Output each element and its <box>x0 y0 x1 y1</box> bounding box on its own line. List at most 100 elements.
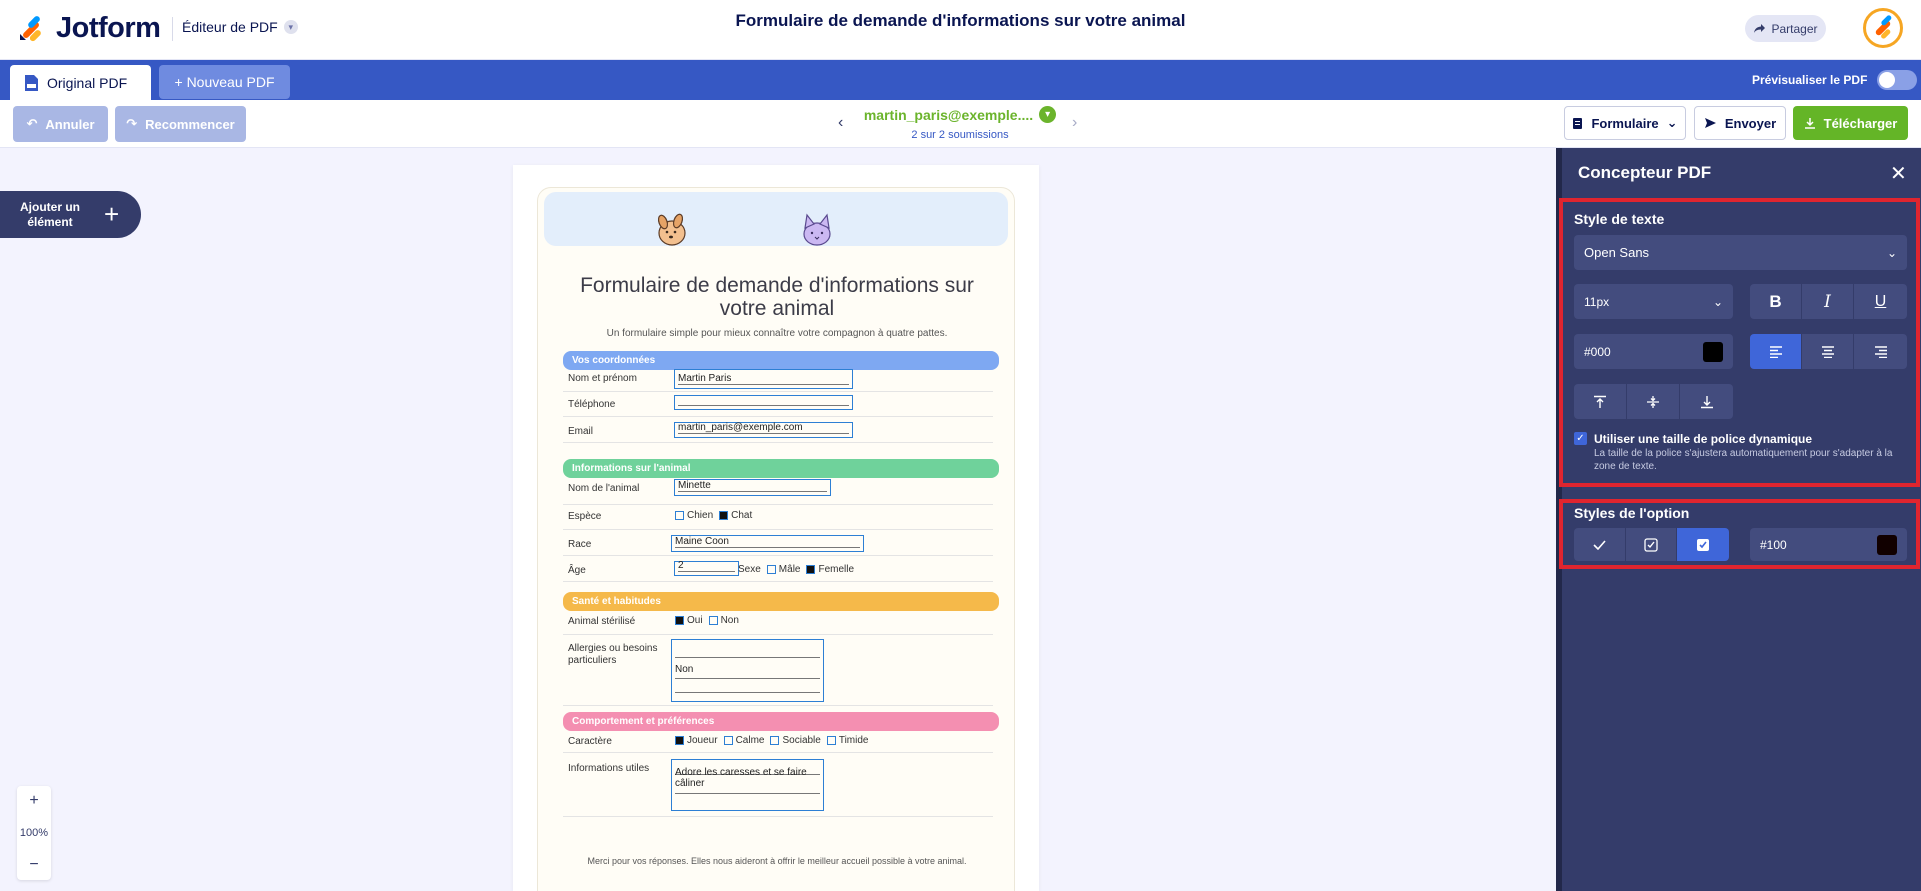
field-breed[interactable]: Maine Coon <box>671 535 864 552</box>
field-underline <box>675 657 820 658</box>
close-icon[interactable]: ✕ <box>1890 161 1907 186</box>
undo-label: Annuler <box>45 116 95 132</box>
plus-icon: + <box>104 199 120 229</box>
tab-original-pdf[interactable]: Original PDF <box>10 65 151 100</box>
previous-submission-chevron-left-icon[interactable]: ‹ <box>838 114 843 132</box>
checkbox-sociable[interactable] <box>770 736 780 745</box>
option-styles-title: Styles de l'option <box>1574 505 1690 521</box>
checkbox-male[interactable] <box>766 565 776 574</box>
add-element-label: Ajouter un élément <box>20 199 80 229</box>
document-icon <box>1573 117 1583 129</box>
align-middle-icon[interactable] <box>1627 384 1680 419</box>
section-health: Santé et habitudes <box>563 592 999 611</box>
send-icon <box>1704 118 1716 128</box>
bold-icon[interactable]: B <box>1750 284 1802 319</box>
field-phone[interactable] <box>674 395 853 410</box>
field-name[interactable]: Martin Paris <box>674 369 853 389</box>
align-top-icon[interactable] <box>1574 384 1627 419</box>
font-size-select[interactable]: 11px ⌄ <box>1574 284 1733 319</box>
submission-navigator[interactable]: martin_paris@exemple.... ▾ 2 sur 2 soumi… <box>860 106 1060 141</box>
field-underline <box>678 405 849 406</box>
undo-button[interactable]: ↶ Annuler <box>13 106 108 142</box>
cat-icon <box>803 213 831 246</box>
field-useful-info[interactable]: Adore les caresses et se faire câliner <box>671 759 824 811</box>
dog-icon <box>657 213 686 246</box>
align-right-icon[interactable] <box>1854 334 1907 369</box>
checkbox-no[interactable] <box>708 616 718 625</box>
label-email: Email <box>568 426 594 437</box>
field-underline <box>678 433 849 434</box>
redo-icon: ↷ <box>126 116 138 131</box>
align-left-icon[interactable] <box>1750 334 1802 369</box>
form-dropdown-button[interactable]: Formulaire ⌄ <box>1564 106 1686 140</box>
preview-pdf-toggle[interactable]: Prévisualiser le PDF <box>1752 70 1918 90</box>
next-submission-chevron-right-icon[interactable]: › <box>1072 114 1077 132</box>
field-underline <box>678 571 735 572</box>
row-divider <box>563 634 993 635</box>
zoom-out-button[interactable]: − <box>29 856 38 874</box>
row-divider <box>563 416 993 417</box>
field-allergies[interactable]: Non <box>671 639 824 702</box>
field-age-value: 2 <box>678 560 684 571</box>
text-color-swatch[interactable] <box>1703 341 1723 362</box>
align-center-icon[interactable] <box>1802 334 1854 369</box>
tab-new-pdf[interactable]: + Nouveau PDF <box>159 65 290 99</box>
share-button[interactable]: Partager <box>1745 15 1826 42</box>
field-underline <box>678 491 827 492</box>
species-options: Chien Chat <box>675 510 756 521</box>
preview-switch[interactable] <box>1877 70 1918 90</box>
checkbox-yes[interactable] <box>675 616 684 625</box>
row-divider <box>563 752 993 753</box>
checkbox-dog[interactable] <box>675 511 684 520</box>
redo-button[interactable]: ↷ Recommencer <box>115 106 246 142</box>
submission-dropdown-icon[interactable]: ▾ <box>1039 106 1057 123</box>
row-divider <box>563 581 993 582</box>
option-sociable: Sociable <box>782 735 821 746</box>
character-options: Joueur Calme Sociable Timide <box>675 735 872 746</box>
text-format-group: B I U <box>1750 284 1907 319</box>
option-yes: Oui <box>687 615 703 626</box>
checkbox-playful[interactable] <box>675 736 684 745</box>
option-female: Femelle <box>818 564 855 575</box>
field-age[interactable]: 2 <box>674 560 739 576</box>
label-useful-info: Informations utiles <box>568 763 650 774</box>
share-arrow-icon <box>1754 24 1766 33</box>
document-title[interactable]: Formulaire de demande d'informations sur… <box>0 11 1921 31</box>
user-avatar[interactable] <box>1863 8 1903 48</box>
checkmark-icon[interactable] <box>1574 528 1626 561</box>
checkbox-shy[interactable] <box>826 736 836 745</box>
option-color-swatch[interactable] <box>1877 534 1897 555</box>
add-element-button[interactable]: Ajouter un élément + <box>0 191 141 238</box>
form-title: Formulaire de demande d'informations sur… <box>580 274 974 320</box>
dynamic-font-checkbox[interactable]: ✓ <box>1574 432 1587 445</box>
dynamic-font-title: Utiliser une taille de police dynamique <box>1594 432 1813 446</box>
checkbox-cat[interactable] <box>719 511 729 520</box>
label-age: Âge <box>568 565 586 576</box>
label-name: Nom et prénom <box>568 373 637 384</box>
text-color-input[interactable]: #000 <box>1574 334 1733 369</box>
font-family-value: Open Sans <box>1584 245 1650 260</box>
italic-icon[interactable]: I <box>1802 284 1854 319</box>
field-useful-value: Adore les caresses et se faire câliner <box>675 767 807 789</box>
field-pet-name[interactable]: Minette <box>674 479 831 496</box>
checkbox-outline-icon[interactable] <box>1626 528 1677 561</box>
option-color-input[interactable]: #100 <box>1750 528 1907 561</box>
align-bottom-icon[interactable] <box>1680 384 1733 419</box>
row-divider <box>563 816 993 817</box>
font-family-select[interactable]: Open Sans ⌄ <box>1574 235 1907 270</box>
download-button[interactable]: Télécharger <box>1793 106 1908 140</box>
option-calm: Calme <box>735 735 765 746</box>
submission-count: 2 sur 2 soumissions <box>911 128 1009 141</box>
option-style-group <box>1574 528 1729 561</box>
zoom-in-button[interactable]: + <box>29 792 38 810</box>
field-email[interactable]: martin_paris@exemple.com <box>674 422 853 438</box>
pdf-tab-bar: Original PDF + Nouveau PDF <box>0 60 1921 100</box>
send-button[interactable]: Envoyer <box>1694 106 1786 140</box>
option-playful: Joueur <box>687 735 718 746</box>
checkbox-calm[interactable] <box>723 736 733 745</box>
option-dog: Chien <box>687 510 714 521</box>
checkbox-filled-icon[interactable] <box>1677 528 1729 561</box>
checkbox-female[interactable] <box>806 565 816 574</box>
underline-icon[interactable]: U <box>1854 284 1907 319</box>
share-label: Partager <box>1771 21 1818 36</box>
